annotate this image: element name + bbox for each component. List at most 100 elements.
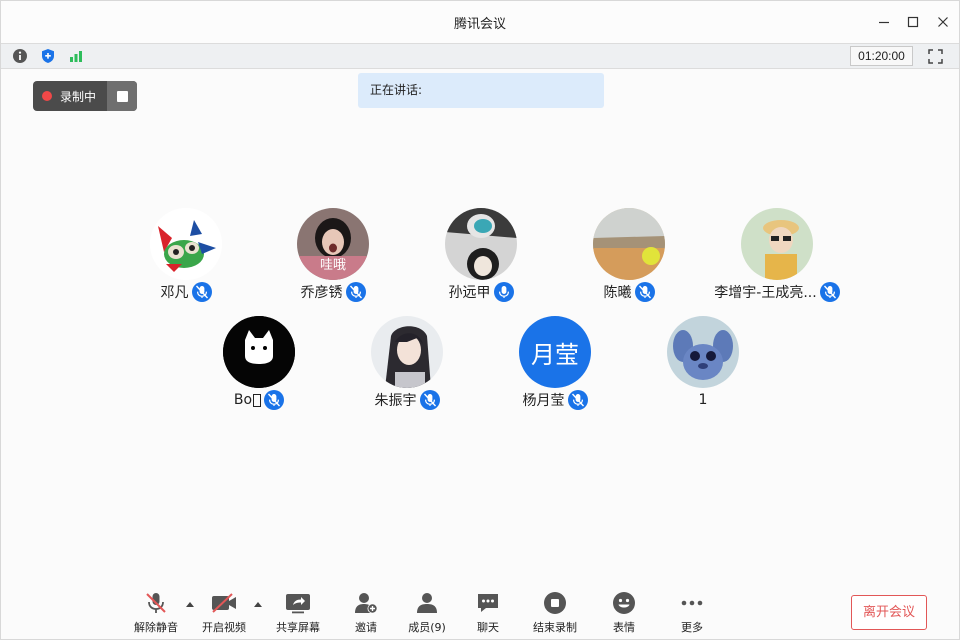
participant-name-row: 孙远甲 [411, 282, 551, 302]
microphone-icon[interactable] [493, 282, 514, 302]
participant-tile[interactable]: 孙远甲 [411, 208, 551, 308]
chat-bubble-icon [475, 591, 501, 615]
leave-meeting-button[interactable]: 离开会议 [851, 595, 927, 630]
participant-tile[interactable]: 朱振宇 [337, 316, 477, 416]
share-screen-button[interactable]: 共享屏幕 [268, 587, 328, 637]
minimize-button[interactable] [875, 13, 893, 31]
share-screen-icon [285, 591, 311, 615]
participant-name: 乔彦锈 [300, 285, 343, 301]
more-label: 更多 [681, 621, 703, 634]
members-button[interactable]: 成员(9) [397, 587, 457, 637]
photo-avatar [445, 208, 517, 280]
start-video-button[interactable]: 开启视频 [194, 587, 254, 637]
active-speaker-banner: 正在讲话: [358, 73, 604, 108]
participant-name-row: 杨月莹 [485, 390, 625, 410]
participant-tile[interactable]: 邓凡 [116, 208, 256, 308]
meeting-timer: 01:20:00 [850, 46, 913, 66]
more-button[interactable]: 更多 [662, 587, 722, 637]
microphone-muted-icon[interactable] [345, 282, 366, 302]
chat-button[interactable]: 聊天 [458, 587, 518, 637]
microphone-muted-icon[interactable] [634, 282, 655, 302]
start-video-label: 开启视频 [202, 621, 246, 634]
unmute-label: 解除静音 [134, 621, 178, 634]
window-title: 腾讯会议 [453, 17, 506, 32]
participant-name: 1 [698, 392, 708, 408]
record-dot-icon [42, 91, 52, 101]
share-screen-label: 共享屏幕 [276, 621, 320, 634]
close-button[interactable] [934, 13, 952, 31]
status-bar: 01:20:00 [1, 43, 959, 69]
title-bar: 腾讯会议 [1, 1, 959, 43]
microphone-muted-icon [143, 591, 169, 615]
recording-status: 录制中 [33, 81, 107, 111]
microphone-muted-icon[interactable] [567, 390, 588, 410]
meeting-window: 腾讯会议 01:20:00 录制中 正在讲话: 邓凡 哇哦 乔彦锈 孙远甲 陈曦… [0, 0, 960, 640]
microphone-muted-icon[interactable] [191, 282, 212, 302]
stop-recording-button[interactable] [107, 81, 137, 111]
info-icon [13, 49, 27, 63]
microphone-muted-icon[interactable] [419, 390, 440, 410]
microphone-muted-icon[interactable] [264, 390, 285, 410]
participant-name-row: 乔彦锈 [263, 282, 403, 302]
tennis-ball-photo-avatar [593, 208, 665, 280]
recording-indicator: 录制中 [33, 81, 137, 111]
members-label: 成员(9) [408, 621, 446, 634]
photo-avatar [741, 208, 813, 280]
meeting-info-button[interactable] [11, 47, 29, 65]
participant-tile[interactable]: 哇哦 乔彦锈 [263, 208, 403, 308]
network-signal-button[interactable] [67, 47, 85, 65]
stitch-cartoon-avatar [667, 316, 739, 388]
emoji-label: 表情 [613, 621, 635, 634]
participant-name: 陈曦 [603, 285, 632, 301]
camera-off-icon [211, 591, 237, 615]
video-options-caret-icon[interactable] [252, 599, 264, 609]
illustrated-portrait-avatar [371, 316, 443, 388]
invite-label: 邀请 [355, 621, 377, 634]
end-recording-label: 结束录制 [533, 621, 577, 634]
participant-name-row: Bo [189, 390, 329, 410]
emoji-button[interactable]: 表情 [594, 587, 654, 637]
fullscreen-icon [928, 49, 943, 64]
close-icon [938, 17, 948, 27]
participant-name-row: 1 [633, 390, 773, 410]
microphone-muted-icon[interactable] [819, 282, 840, 302]
security-button[interactable] [39, 47, 57, 65]
more-dots-icon [679, 591, 705, 615]
photo-avatar: 哇哦 [297, 208, 369, 280]
participant-name: 杨月莹 [522, 393, 565, 409]
participant-name: 李增宇-王成亮... [714, 285, 817, 301]
maximize-icon [907, 16, 919, 28]
unknown-glyph [253, 393, 262, 407]
participant-tile[interactable]: 陈曦 [559, 208, 699, 308]
participant-name: Bo [233, 392, 253, 408]
participant-name: 孙远甲 [448, 285, 491, 301]
participant-name: 邓凡 [160, 285, 189, 301]
participant-tile[interactable]: Bo [189, 316, 329, 416]
cartoon-character-avatar [150, 208, 222, 280]
participant-tile[interactable]: 1 [633, 316, 773, 416]
invite-button[interactable]: 邀请 [336, 587, 396, 637]
add-user-icon [353, 591, 379, 615]
shield-icon [42, 49, 54, 63]
signal-bars-icon [70, 51, 82, 62]
fullscreen-button[interactable] [927, 48, 944, 65]
black-cat-logo-avatar [223, 316, 295, 388]
minimize-icon [879, 21, 889, 24]
text-avatar: 月莹 [519, 316, 591, 388]
meeting-toolbar: 解除静音 开启视频 共享屏幕 邀请 成员(9) 聊天 结束录制 表情 更多 离开… [1, 587, 959, 639]
avatar-overlay-text: 哇哦 [319, 258, 346, 273]
participant-name-row: 李增宇-王成亮... [707, 282, 847, 302]
stop-square-icon [116, 90, 128, 102]
maximize-button[interactable] [904, 13, 922, 31]
unmute-button[interactable]: 解除静音 [126, 587, 186, 637]
participant-tile[interactable]: 月莹 杨月莹 [485, 316, 625, 416]
end-recording-button[interactable]: 结束录制 [525, 587, 585, 637]
participant-tile[interactable]: 李增宇-王成亮... [707, 208, 847, 308]
avatar-initials: 月莹 [531, 340, 579, 369]
stop-recording-icon [542, 591, 568, 615]
smiley-face-icon [611, 591, 637, 615]
members-icon [414, 591, 440, 615]
participant-name-row: 陈曦 [559, 282, 699, 302]
participant-name: 朱振宇 [374, 393, 417, 409]
chat-label: 聊天 [477, 621, 499, 634]
